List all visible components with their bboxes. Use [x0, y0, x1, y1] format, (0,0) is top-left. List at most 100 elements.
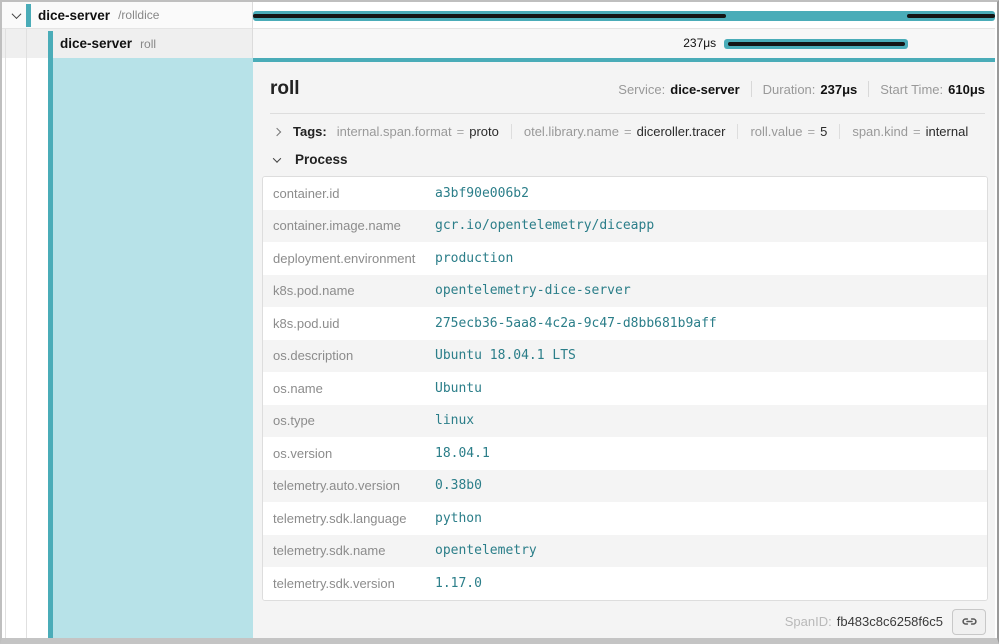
process-table-row: os.typelinux: [263, 405, 987, 438]
span-title: roll: [270, 78, 300, 100]
selected-span-highlight: [53, 58, 253, 638]
timeline-row-rolldice[interactable]: [253, 2, 995, 29]
jaeger-trace-detail-view: dice-server /rolldice dice-server roll 2…: [0, 0, 999, 644]
indent-guide: [26, 29, 27, 638]
critical-path-segment: [728, 42, 905, 46]
span-name-column: dice-server /rolldice dice-server roll: [2, 2, 253, 58]
process-key: telemetry.sdk.language: [263, 511, 435, 526]
process-table-row: os.version18.04.1: [263, 437, 987, 470]
chevron-down-icon[interactable]: [9, 8, 23, 22]
timeline-row-roll[interactable]: 237μs: [253, 29, 995, 58]
chevron-right-icon[interactable]: [270, 125, 284, 139]
link-icon: [961, 613, 978, 630]
span-color-bar: [26, 4, 31, 27]
tag-value: internal: [926, 124, 969, 139]
process-key: k8s.pod.uid: [263, 316, 435, 331]
tags-label: Tags:: [293, 124, 327, 139]
process-value: gcr.io/opentelemetry/diceapp: [435, 218, 987, 233]
process-value: opentelemetry-dice-server: [435, 283, 987, 298]
span-operation-name: roll: [140, 37, 156, 51]
header-divider: [270, 113, 985, 114]
trace-timeline: 237μs: [253, 2, 995, 58]
duration-value: 237μs: [820, 82, 857, 97]
chevron-down-icon[interactable]: [270, 153, 284, 167]
process-key: container.image.name: [263, 218, 435, 233]
tag-key: span.kind: [852, 124, 908, 139]
stat-divider: [868, 81, 869, 97]
tag-divider: [737, 124, 738, 139]
indent-guide: [5, 29, 6, 638]
tag-summary-item: internal.span.format = proto: [337, 124, 499, 139]
tag-key: otel.library.name: [524, 124, 619, 139]
tag-divider: [511, 124, 512, 139]
process-value: production: [435, 251, 987, 266]
tag-value: proto: [469, 124, 499, 139]
process-value: Ubuntu: [435, 381, 987, 396]
process-table-row: telemetry.sdk.languagepython: [263, 502, 987, 535]
span-duration-label: 237μs: [253, 29, 724, 58]
process-table-row: telemetry.sdk.version1.17.0: [263, 567, 987, 600]
tag-equals: =: [457, 124, 465, 139]
tags-summary-row[interactable]: Tags: internal.span.format = proto otel.lib…: [270, 124, 985, 139]
stat-divider: [751, 81, 752, 97]
process-table-row: telemetry.auto.version0.38b0: [263, 470, 987, 503]
tag-key: internal.span.format: [337, 124, 452, 139]
tag-equals: =: [808, 124, 816, 139]
process-key: os.name: [263, 381, 435, 396]
span-service-name: dice-server: [38, 8, 110, 23]
process-label: Process: [295, 152, 348, 167]
tag-key: roll.value: [750, 124, 802, 139]
span-stats: Service: dice-server Duration: 237μs Sta…: [618, 81, 985, 97]
span-service-name: dice-server: [60, 36, 132, 51]
service-label: Service:: [618, 82, 665, 97]
process-value: opentelemetry: [435, 543, 987, 558]
deep-link-button[interactable]: [952, 609, 986, 635]
process-key: telemetry.sdk.name: [263, 543, 435, 558]
process-table-row: os.descriptionUbuntu 18.04.1 LTS: [263, 340, 987, 373]
process-key: telemetry.auto.version: [263, 478, 435, 493]
span-detail-footer: SpanID: fb483c8c6258f6c5: [253, 609, 995, 635]
duration-label: Duration:: [763, 82, 816, 97]
tags-summary-list: internal.span.format = proto otel.library.n…: [337, 124, 969, 139]
tag-value: 5: [820, 124, 827, 139]
critical-path-segment: [907, 14, 995, 18]
tag-equals: =: [624, 124, 632, 139]
process-value: 1.17.0: [435, 576, 987, 591]
process-value: python: [435, 511, 987, 526]
tag-divider: [839, 124, 840, 139]
process-table-row: os.nameUbuntu: [263, 372, 987, 405]
process-key: os.type: [263, 413, 435, 428]
start-time-value: 610μs: [948, 82, 985, 97]
process-value: Ubuntu 18.04.1 LTS: [435, 348, 987, 363]
span-row-name-roll[interactable]: dice-server roll: [2, 29, 253, 58]
process-section-header[interactable]: Process: [270, 152, 995, 167]
span-detail-header: roll Service: dice-server Duration: 237μ…: [253, 62, 995, 100]
tag-summary-item: otel.library.name = diceroller.tracer: [524, 124, 726, 139]
critical-path-segment: [253, 14, 726, 18]
process-table-row: k8s.pod.nameopentelemetry-dice-server: [263, 275, 987, 308]
process-key: deployment.environment: [263, 251, 435, 266]
process-key: os.version: [263, 446, 435, 461]
tag-summary-item: roll.value = 5: [750, 124, 827, 139]
process-table-row: container.image.namegcr.io/opentelemetry…: [263, 210, 987, 243]
service-value: dice-server: [670, 82, 739, 97]
tag-value: diceroller.tracer: [637, 124, 726, 139]
process-value: a3bf90e006b2: [435, 186, 987, 201]
span-id-label: SpanID:: [785, 614, 832, 629]
span-row-name-rolldice[interactable]: dice-server /rolldice: [2, 2, 253, 29]
process-key: os.description: [263, 348, 435, 363]
start-time-label: Start Time:: [880, 82, 943, 97]
process-value: 18.04.1: [435, 446, 987, 461]
span-id-value: fb483c8c6258f6c5: [837, 614, 943, 629]
process-key: container.id: [263, 186, 435, 201]
process-table-row: telemetry.sdk.nameopentelemetry: [263, 535, 987, 568]
span-operation-name: /rolldice: [118, 8, 159, 22]
tag-summary-item: span.kind = internal: [852, 124, 968, 139]
process-value: 0.38b0: [435, 478, 987, 493]
span-detail-panel: roll Service: dice-server Duration: 237μ…: [253, 58, 995, 638]
process-table-row: k8s.pod.uid275ecb36-5aa8-4c2a-9c47-d8bb6…: [263, 307, 987, 340]
process-key: k8s.pod.name: [263, 283, 435, 298]
process-key: telemetry.sdk.version: [263, 576, 435, 591]
tag-equals: =: [913, 124, 921, 139]
process-value: linux: [435, 413, 987, 428]
